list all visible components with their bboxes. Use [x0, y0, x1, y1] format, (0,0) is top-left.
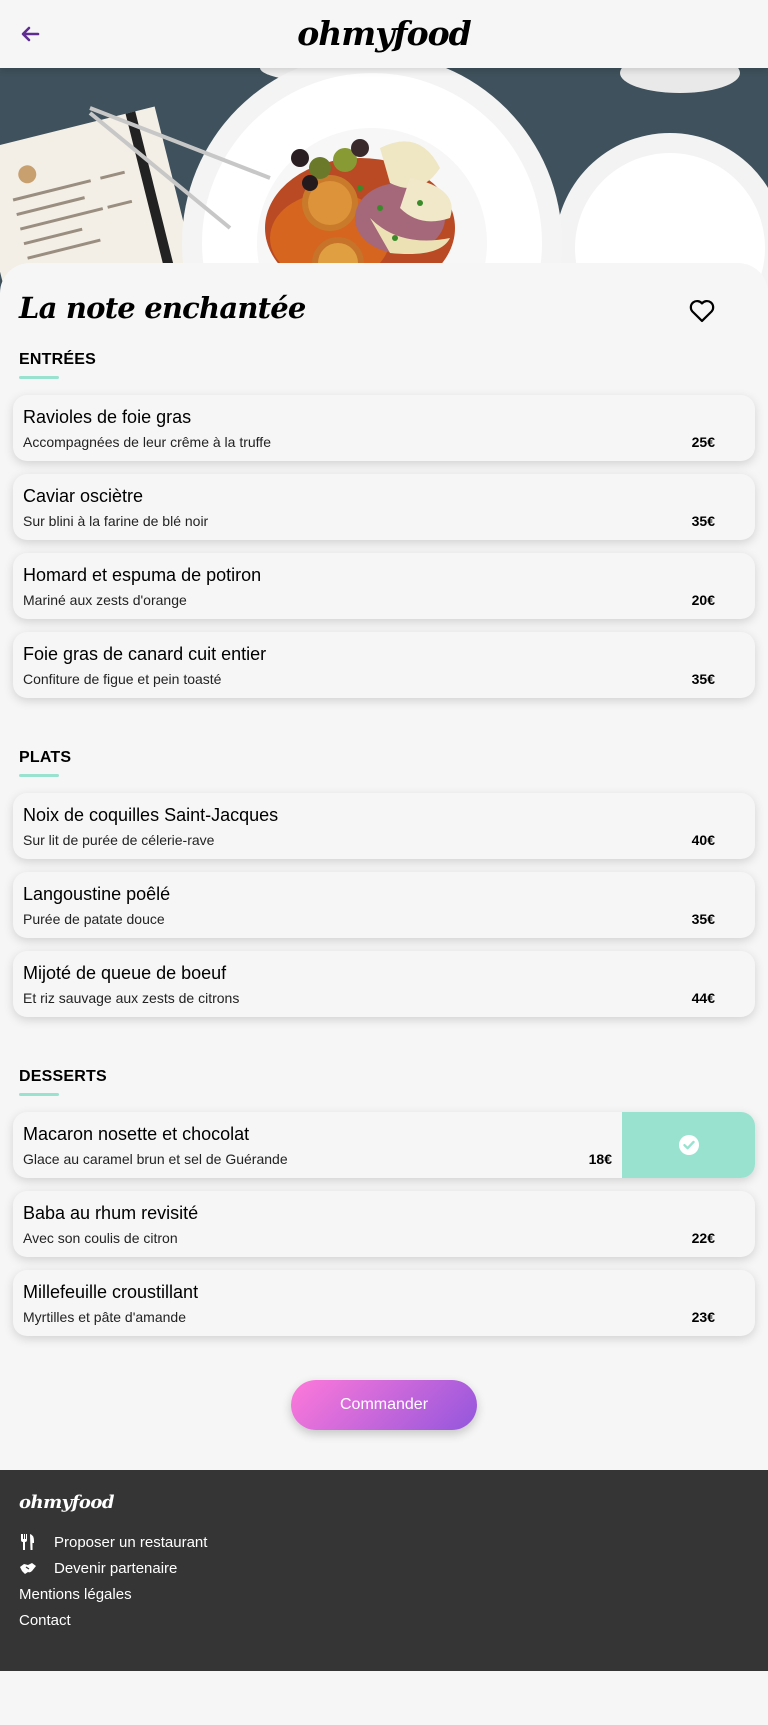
- item-description: Purée de patate douce: [23, 911, 165, 927]
- menu-item[interactable]: Foie gras de canard cuit entier Confitur…: [13, 632, 755, 698]
- menu-card: La note enchantée ENTRÉES Ravioles de fo…: [0, 263, 768, 1470]
- item-description: Et riz sauvage aux zests de citrons: [23, 990, 240, 1006]
- check-circle-icon: [678, 1135, 699, 1155]
- item-price: 40€: [691, 832, 715, 848]
- item-description: Glace au caramel brun et sel de Guérande: [23, 1151, 288, 1167]
- footer: ohmyfood Proposer un restaurant Devenir …: [0, 1470, 768, 1671]
- item-name: Homard et espuma de potiron: [23, 565, 262, 585]
- footer-link-propose-restaurant[interactable]: Proposer un restaurant: [19, 1529, 749, 1555]
- section-desserts: DESSERTS Macaron nosette et chocolat Gla…: [0, 1068, 768, 1336]
- item-description: Myrtilles et pâte d'amande: [23, 1309, 186, 1325]
- menu-item[interactable]: Homard et espuma de potiron Mariné aux z…: [13, 553, 755, 619]
- restaurant-title: La note enchantée: [19, 291, 306, 325]
- footer-link-label: Mentions légales: [19, 1585, 132, 1603]
- footer-link-label: Proposer un restaurant: [54, 1533, 208, 1551]
- handshake-icon: [20, 1563, 36, 1574]
- item-name: Ravioles de foie gras: [23, 407, 192, 427]
- menu-item[interactable]: Ravioles de foie gras Accompagnées de le…: [13, 395, 755, 461]
- item-description: Sur blini à la farine de blé noir: [23, 513, 209, 529]
- item-price: 35€: [691, 911, 715, 927]
- section-entrees: ENTRÉES Ravioles de foie gras Accompagné…: [0, 351, 768, 698]
- check-panel[interactable]: [622, 1112, 755, 1178]
- item-description: Avec son coulis de citron: [23, 1230, 178, 1246]
- item-price: 25€: [691, 434, 715, 450]
- menu-item[interactable]: Langoustine poêlé Purée de patate douce …: [13, 872, 755, 938]
- item-price: 44€: [691, 990, 715, 1006]
- item-price: 23€: [691, 1309, 715, 1325]
- section-title: DESSERTS: [19, 1068, 107, 1085]
- footer-link-label: Devenir partenaire: [54, 1559, 178, 1577]
- item-name: Foie gras de canard cuit entier: [23, 644, 267, 664]
- menu-item[interactable]: Baba au rhum revisité Avec son coulis de…: [13, 1191, 755, 1257]
- footer-link-label: Contact: [19, 1611, 71, 1629]
- item-name: Macaron nosette et chocolat: [23, 1124, 250, 1144]
- title-row: La note enchantée: [0, 291, 768, 351]
- item-name: Mijoté de queue de boeuf: [23, 963, 227, 983]
- item-name: Baba au rhum revisité: [23, 1203, 199, 1223]
- item-price: 18€: [588, 1151, 612, 1167]
- menu-item[interactable]: Caviar osciètre Sur blini à la farine de…: [13, 474, 755, 540]
- utensils-icon: [21, 1534, 34, 1550]
- item-name: Caviar osciètre: [23, 486, 144, 506]
- section-plats: PLATS Noix de coquilles Saint-Jacques Su…: [0, 749, 768, 1017]
- item-name: Millefeuille croustillant: [23, 1282, 199, 1302]
- heart-icon[interactable]: [688, 297, 716, 325]
- item-description: Mariné aux zests d'orange: [23, 592, 187, 608]
- footer-link-legal[interactable]: Mentions légales: [19, 1581, 749, 1607]
- footer-logo[interactable]: ohmyfood: [19, 1492, 749, 1513]
- order-wrap: Commander: [0, 1380, 768, 1430]
- item-price: 22€: [691, 1230, 715, 1246]
- footer-link-contact[interactable]: Contact: [19, 1607, 749, 1633]
- item-description: Confiture de figue et pein toasté: [23, 671, 222, 687]
- menu-item[interactable]: Noix de coquilles Saint-Jacques Sur lit …: [13, 793, 755, 859]
- section-title: ENTRÉES: [19, 351, 96, 368]
- item-description: Accompagnées de leur crême à la truffe: [23, 434, 271, 450]
- footer-link-become-partner[interactable]: Devenir partenaire: [19, 1555, 749, 1581]
- menu-item-selected[interactable]: Macaron nosette et chocolat Glace au car…: [13, 1112, 755, 1178]
- site-logo[interactable]: ohmyfood: [0, 14, 768, 53]
- menu-item[interactable]: Millefeuille croustillant Myrtilles et p…: [13, 1270, 755, 1336]
- item-description: Sur lit de purée de célerie-rave: [23, 832, 215, 848]
- item-price: 20€: [691, 592, 715, 608]
- item-name: Noix de coquilles Saint-Jacques: [23, 805, 279, 825]
- item-price: 35€: [691, 513, 715, 529]
- item-price: 35€: [691, 671, 715, 687]
- menu-item[interactable]: Mijoté de queue de boeuf Et riz sauvage …: [13, 951, 755, 1017]
- item-name: Langoustine poêlé: [23, 884, 171, 904]
- section-title: PLATS: [19, 749, 72, 766]
- header: ohmyfood: [0, 0, 768, 68]
- order-button[interactable]: Commander: [291, 1380, 477, 1430]
